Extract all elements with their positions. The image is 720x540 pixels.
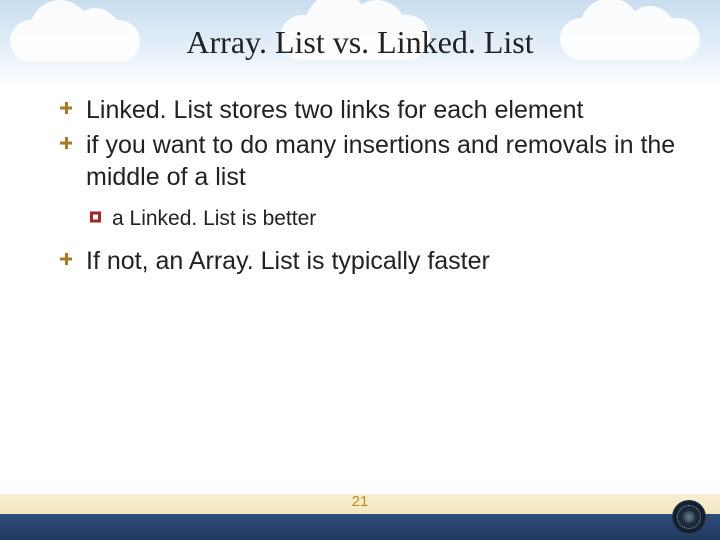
seal-icon <box>672 500 706 534</box>
bullet-list: Linked. List stores two links for each e… <box>40 95 680 193</box>
bullet-item: if you want to do many insertions and re… <box>60 130 680 193</box>
bullet-item: If not, an Array. List is typically fast… <box>60 246 680 277</box>
bullet-item: Linked. List stores two links for each e… <box>60 95 680 126</box>
sub-bullet-list: a Linked. List is better <box>40 205 680 232</box>
slide-content: Array. List vs. Linked. List Linked. Lis… <box>0 0 720 540</box>
bullet-list: If not, an Array. List is typically fast… <box>40 246 680 277</box>
page-number: 21 <box>352 493 369 510</box>
slide-title: Array. List vs. Linked. List <box>40 24 680 61</box>
sub-bullet-item: a Linked. List is better <box>90 205 680 232</box>
